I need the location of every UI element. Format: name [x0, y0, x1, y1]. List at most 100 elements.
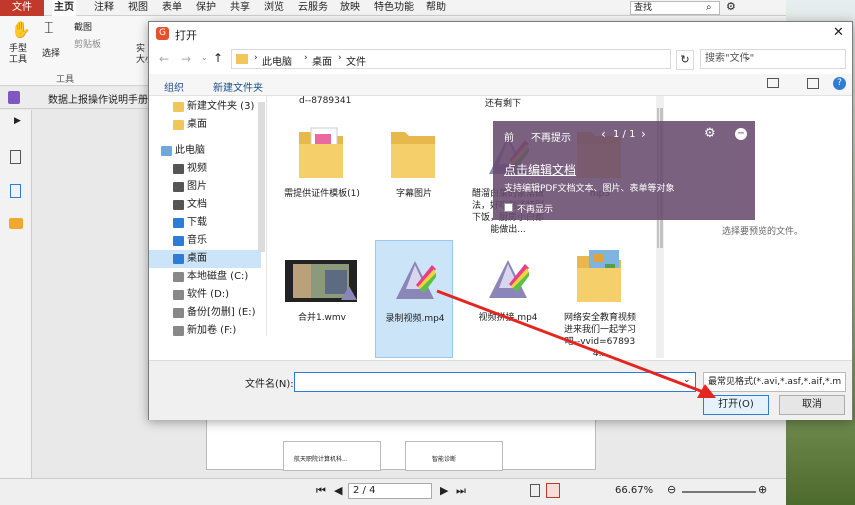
view-options-icon[interactable]: [767, 78, 779, 88]
clipboard-button[interactable]: 剪贴板: [74, 37, 101, 50]
single-page-icon[interactable]: [530, 484, 540, 497]
cancel-button[interactable]: 取消: [779, 395, 845, 415]
new-folder-button[interactable]: 新建文件夹: [213, 79, 263, 94]
nav-item[interactable]: 桌面: [149, 116, 261, 134]
zoom-out-icon[interactable]: ⊖: [667, 483, 676, 496]
tip-noshow-checkbox[interactable]: [504, 203, 513, 212]
nav-item[interactable]: 新加卷 (F:): [149, 322, 261, 336]
nav-item[interactable]: 本地磁盘 (C:): [149, 268, 261, 286]
menu-slideshow[interactable]: 放映: [338, 0, 362, 16]
menu-protect[interactable]: 保护: [194, 0, 218, 16]
menu-browse[interactable]: 浏览: [262, 0, 286, 16]
prev-page-icon[interactable]: ◀: [334, 484, 342, 497]
first-page-icon[interactable]: ⏮: [316, 484, 326, 498]
nav-item[interactable]: 此电脑: [149, 142, 261, 160]
breadcrumb-folder[interactable]: 文件: [346, 53, 366, 68]
nav-item-icon: [173, 236, 184, 246]
tip-heading[interactable]: 点击编辑文档: [504, 161, 576, 178]
settings-gear-icon[interactable]: ⚙: [726, 0, 736, 13]
tip-next-icon[interactable]: ›: [641, 127, 646, 141]
help-icon[interactable]: ?: [833, 77, 846, 90]
menu-file[interactable]: 文件: [0, 0, 44, 16]
history-chevron-icon[interactable]: ⌄: [201, 53, 208, 62]
menu-view[interactable]: 视图: [126, 0, 150, 16]
menu-help[interactable]: 帮助: [424, 0, 448, 16]
file-item[interactable]: 录制视频.mp4: [375, 240, 453, 358]
pages-icon[interactable]: [10, 184, 21, 198]
nav-item[interactable]: 文档: [149, 196, 261, 214]
file-item[interactable]: 视频拼接.mp4: [469, 240, 547, 358]
file-item[interactable]: 合并1.wmv: [283, 240, 361, 358]
nav-item[interactable]: 新建文件夹 (3): [149, 98, 261, 116]
nav-item-icon: [173, 254, 184, 264]
close-icon[interactable]: ✕: [833, 25, 844, 40]
open-button[interactable]: 打开(O): [703, 395, 769, 415]
nav-item-label: 桌面: [187, 119, 207, 130]
tip-settings-icon[interactable]: ⚙: [704, 126, 716, 141]
next-page-icon[interactable]: ▶: [440, 484, 448, 497]
collapse-arrow-icon[interactable]: ▶: [14, 116, 21, 126]
status-bar: ⏮ ◀ 2 / 4 ▶ ⏭ 66.67% ⊖ ⊕: [0, 478, 786, 505]
back-arrow-icon[interactable]: ←: [159, 52, 169, 66]
tip-prev-icon[interactable]: ‹: [601, 127, 606, 141]
last-page-icon[interactable]: ⏭: [456, 484, 466, 498]
organize-menu[interactable]: 组织: [164, 79, 184, 94]
nav-item[interactable]: 桌面: [149, 250, 261, 268]
breadcrumb[interactable]: › 此电脑 › 桌面 › 文件 ⌄: [231, 49, 752, 69]
dialog-search-input[interactable]: 搜索"文件": [700, 49, 846, 69]
file-item[interactable]: 需提供证件模板(1): [283, 116, 361, 234]
tip-prev-label[interactable]: 前: [504, 129, 514, 144]
nav-item-label: 新建文件夹 (3): [187, 101, 255, 112]
nav-item-icon: [173, 182, 184, 192]
tip-close-icon[interactable]: −: [735, 128, 747, 140]
comment-icon[interactable]: [9, 218, 23, 229]
select-tool-icon[interactable]: ⌶: [44, 18, 54, 38]
tip-dont-show-button[interactable]: 不再提示: [531, 129, 571, 144]
file-name-label: 网络安全教育视频 进来我们一起学习吧--vvid=678934...: [563, 313, 636, 358]
nav-item[interactable]: 备份[勿删] (E:): [149, 304, 261, 322]
thumbnail-right: 智能诊断: [405, 441, 503, 471]
file-name-label: 需提供证件模板(1): [284, 189, 360, 199]
page-thumbnail-icon[interactable]: [10, 150, 21, 164]
menu-features[interactable]: 特色功能: [372, 0, 416, 16]
breadcrumb-desktop[interactable]: 桌面: [312, 53, 332, 68]
preview-pane-icon[interactable]: [807, 78, 819, 89]
menu-share[interactable]: 共享: [228, 0, 252, 16]
zoom-in-icon[interactable]: ⊕: [758, 483, 767, 496]
filetype-select[interactable]: 最常见格式(*.avi,*.asf,*.aif,*.m: [703, 372, 846, 392]
dialog-title: 打开: [175, 29, 197, 42]
nav-item-icon: [161, 146, 172, 156]
wmv-file-icon: [285, 260, 357, 302]
select-tool-label[interactable]: 选择: [42, 46, 60, 59]
breadcrumb-pc[interactable]: 此电脑: [262, 53, 292, 68]
nav-item-label: 备份[勿删] (E:): [187, 307, 256, 318]
zoom-slider[interactable]: [682, 491, 756, 493]
hand-tool-label[interactable]: 手型 工具: [9, 44, 33, 66]
menu-cloud[interactable]: 云服务: [296, 0, 330, 16]
file-item[interactable]: 字幕图片: [375, 116, 453, 234]
continuous-page-icon[interactable]: [546, 483, 560, 498]
forward-arrow-icon[interactable]: →: [181, 52, 191, 66]
nav-item[interactable]: 下载: [149, 214, 261, 232]
page-number-field[interactable]: 2 / 4: [348, 483, 432, 499]
nav-item[interactable]: 音乐: [149, 232, 261, 250]
nav-item[interactable]: 图片: [149, 178, 261, 196]
nav-item[interactable]: 软件 (D:): [149, 286, 261, 304]
refresh-icon[interactable]: ↻: [676, 50, 694, 70]
app-logo-icon: G: [156, 27, 169, 40]
nav-item-label: 桌面: [187, 253, 207, 264]
nav-item[interactable]: 视频: [149, 160, 261, 178]
file-item[interactable]: 网络安全教育视频 进来我们一起学习吧--vvid=678934...: [561, 240, 639, 358]
filename-dropdown-icon[interactable]: ⌄: [683, 375, 691, 385]
document-tab[interactable]: 数据上报操作说明手册.: [48, 91, 148, 106]
nav-scrollbar[interactable]: [258, 102, 265, 252]
menu-form[interactable]: 表单: [160, 0, 184, 16]
menu-annotate[interactable]: 注释: [92, 0, 116, 16]
menu-home[interactable]: 主页: [52, 0, 76, 16]
search-icon[interactable]: ⌕: [706, 2, 712, 13]
screenshot-button[interactable]: 截图: [74, 20, 92, 33]
nav-item-label: 此电脑: [175, 145, 205, 156]
filename-input[interactable]: [294, 372, 696, 392]
hand-tool-icon[interactable]: ✋: [11, 20, 31, 39]
up-arrow-icon[interactable]: ↑: [213, 51, 223, 65]
